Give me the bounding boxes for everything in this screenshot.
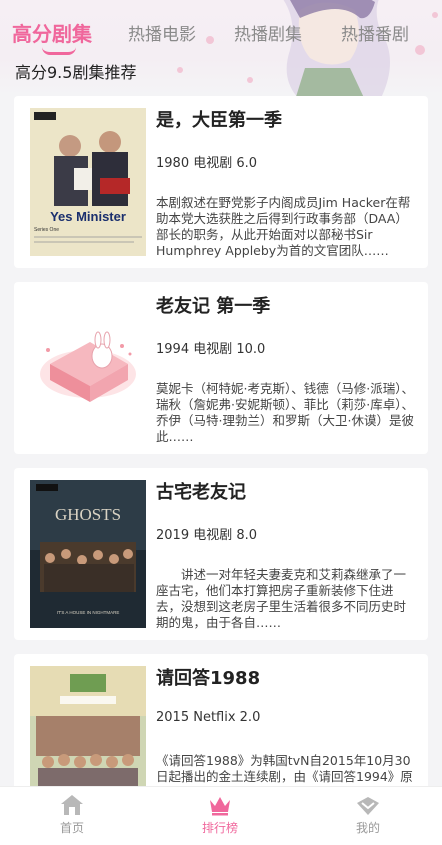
nav-home-label: 首页: [59, 821, 84, 835]
header: 高分剧集 热播电影 热播剧集 热播番剧 高分9.5剧集推荐: [0, 0, 442, 96]
item-meta: 2019 电视剧 8.0: [156, 528, 258, 543]
nav-mine-label: 我的: [355, 821, 380, 835]
item-meta: 1980 电视剧 6.0: [156, 156, 258, 171]
list-item[interactable]: GHOSTS IT'S A HOUSE IN NIGHTMARE 古宅老友记 2…: [14, 468, 428, 640]
nav-ranking[interactable]: 排行榜: [180, 793, 260, 836]
nav-ranking-label: 排行榜: [201, 821, 238, 835]
tab-hot-movies[interactable]: 热播电影: [128, 20, 196, 45]
poster-title-text: Yes Minister: [50, 209, 126, 224]
nav-home[interactable]: 首页: [32, 793, 112, 836]
crown-icon: [210, 797, 230, 816]
poster-subtitle-text: IT'S A HOUSE IN NIGHTMARE: [57, 610, 120, 615]
item-title: 老友记 第一季: [156, 296, 271, 317]
item-description: 莫妮卡（柯特妮·考克斯）、钱德（马修·派瑞）、瑞秋（詹妮弗·安妮斯顿）、菲比（莉…: [156, 381, 414, 444]
section-subtitle: 高分9.5剧集推荐: [15, 63, 137, 82]
item-description: 本剧叙述在野党影子内阁成员Jim Hacker在帮助本党大选获胜之后得到行政事务…: [156, 195, 411, 258]
active-tab-indicator: [42, 47, 76, 55]
item-meta: 2015 Netflix 2.0: [156, 710, 261, 725]
item-description: 讲述一对年轻夫妻麦克和艾莉森继承了一座古宅，他们本打算把房子重新装修下住进去，没…: [156, 567, 407, 630]
item-title: 古宅老友记: [156, 482, 246, 503]
item-title: 是，大臣第一季: [156, 110, 282, 131]
tab-hot-anime[interactable]: 热播番剧: [341, 20, 409, 45]
tab-high-score[interactable]: 高分剧集: [12, 18, 92, 47]
nav-mine[interactable]: 我的: [328, 793, 408, 836]
poster-title-text: GHOSTS: [55, 505, 121, 524]
item-title: 请回答1988: [156, 668, 261, 689]
tab-bar: 高分剧集 热播电影 热播剧集 热播番剧: [0, 18, 442, 55]
tab-hot-series[interactable]: 热播剧集: [234, 20, 302, 45]
poster-image: Yes Minister Series One: [30, 108, 146, 256]
poster-image: GHOSTS IT'S A HOUSE IN NIGHTMARE: [30, 480, 146, 628]
heart-icon: [357, 797, 379, 815]
poster-subtitle-text: Series One: [34, 227, 59, 233]
list-item[interactable]: Yes Minister Series One 是，大臣第一季 1980 电视剧…: [14, 96, 428, 268]
poster-image: [30, 294, 146, 442]
list-item[interactable]: 老友记 第一季 1994 电视剧 10.0 莫妮卡（柯特妮·考克斯）、钱德（马修…: [14, 282, 428, 454]
bottom-nav: 首页 排行榜 我的: [0, 786, 442, 845]
home-icon: [61, 795, 83, 815]
item-meta: 1994 电视剧 10.0: [156, 342, 266, 357]
